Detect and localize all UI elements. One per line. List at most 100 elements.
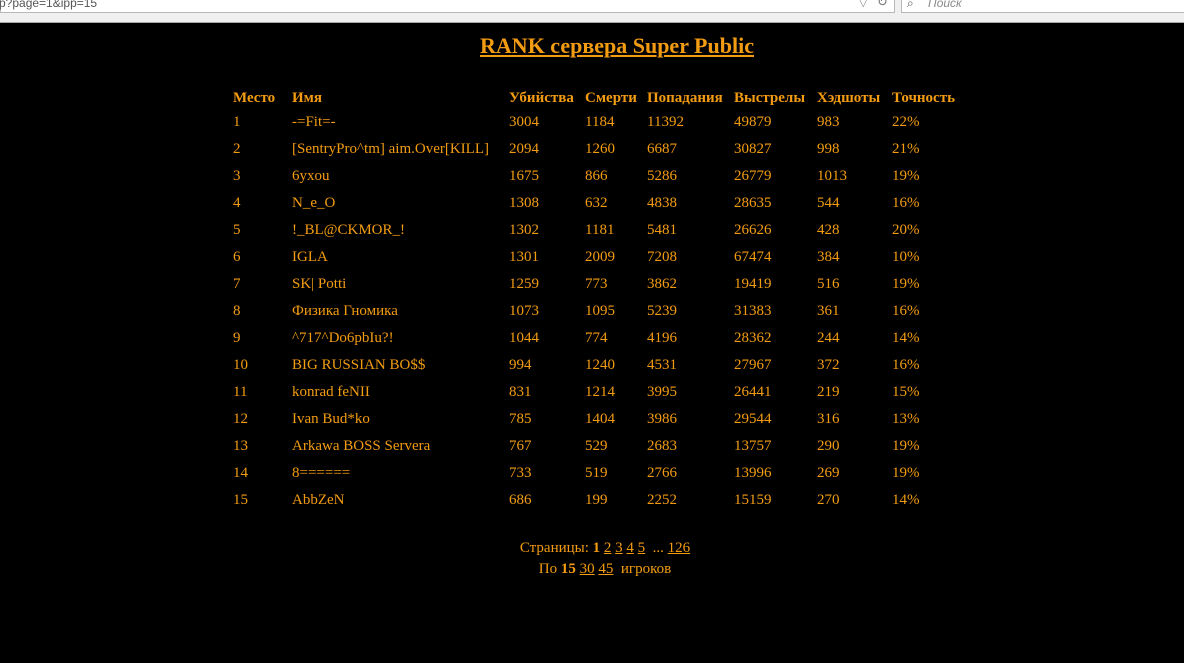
hits-cell: 6687: [647, 141, 677, 157]
hits-cell: 4531: [647, 357, 677, 373]
rank-cell: 7: [233, 276, 241, 292]
rank-cell: 11: [233, 384, 248, 400]
headshots-cell: 290: [817, 438, 840, 454]
player-name-cell: Ivan Bud*ko: [292, 411, 370, 427]
pages-label: Страницы:: [519, 540, 589, 556]
deaths-cell: 773: [585, 276, 608, 292]
table-row: 4 N_e_O 1308 632 4838 28635 544 16%: [229, 190, 966, 217]
page-link[interactable]: 4: [626, 540, 634, 556]
accuracy-cell: 13%: [892, 411, 920, 427]
pages-ellipsis: ...: [652, 540, 664, 556]
column-header: Смерти: [585, 89, 637, 106]
player-name-cell: konrad feNII: [292, 384, 370, 400]
shots-cell: 67474: [734, 249, 772, 265]
deaths-cell: 1181: [585, 222, 615, 238]
table-row: 12 Ivan Bud*ko 785 1404 3986 29544 316 13%: [229, 406, 966, 433]
last-page-link[interactable]: 126: [668, 540, 691, 556]
player-name-cell: Физика Гномика: [292, 303, 398, 319]
rank-cell: 2: [233, 141, 241, 157]
kills-cell: 2094: [509, 141, 539, 157]
shots-cell: 26626: [734, 222, 772, 238]
search-placeholder[interactable]: Поиск: [928, 0, 962, 10]
player-name-cell: 6yxou: [292, 168, 330, 184]
table-row: 8 Физика Гномика 1073 1095 5239 31383 361 16%: [229, 298, 966, 325]
hits-cell: 3862: [647, 276, 677, 292]
hits-cell: 4838: [647, 195, 677, 211]
kills-cell: 1044: [509, 330, 539, 346]
player-name-cell: IGLA: [292, 249, 328, 265]
hits-cell: 7208: [647, 249, 677, 265]
accuracy-cell: 20%: [892, 222, 920, 238]
kills-cell: 1675: [509, 168, 539, 184]
address-url[interactable]: p?page=1&ipp=15: [0, 0, 97, 10]
page-link[interactable]: 3: [615, 540, 623, 556]
page-link[interactable]: 2: [604, 540, 612, 556]
headshots-cell: 384: [817, 249, 840, 265]
player-name-cell: !_BL@CKMOR_!: [292, 222, 405, 238]
hits-cell: 3995: [647, 384, 677, 400]
per-page-label: По: [538, 561, 558, 577]
page-link[interactable]: 5: [638, 540, 646, 556]
rank-cell: 12: [233, 411, 248, 427]
reload-icon[interactable]: ↻: [877, 0, 888, 9]
headshots-cell: 316: [817, 411, 840, 427]
deaths-cell: 1260: [585, 141, 615, 157]
table-body: 1 -=Fit=- 3004 1184 11392 49879 983 22% 2 [Sentry…: [229, 109, 966, 514]
rank-table: Место Имя Убийства Смерти Попадания Выст…: [229, 87, 966, 514]
table-row: 13 Arkawa BOSS Servera 767 529 2683 13757 290 1…: [229, 433, 966, 460]
shots-cell: 49879: [734, 114, 772, 130]
table-header-row: Место Имя Убийства Смерти Попадания Выст…: [229, 87, 966, 109]
rank-cell: 3: [233, 168, 241, 184]
headshots-cell: 544: [817, 195, 840, 211]
accuracy-cell: 19%: [892, 276, 920, 292]
accuracy-cell: 15%: [892, 384, 920, 400]
player-name-cell: N_e_O: [292, 195, 336, 211]
headshots-cell: 983: [817, 114, 840, 130]
headshots-cell: 998: [817, 141, 840, 157]
shots-cell: 26779: [734, 168, 772, 184]
accuracy-cell: 14%: [892, 492, 920, 508]
accuracy-cell: 19%: [892, 465, 920, 481]
table-row: 5 !_BL@CKMOR_! 1302 1181 5481 26626 428 20%: [229, 217, 966, 244]
kills-cell: 686: [509, 492, 532, 508]
table-row: 11 konrad feNII 831 1214 3995 26441 219 15%: [229, 379, 966, 406]
headshots-cell: 244: [817, 330, 840, 346]
column-header: Выстрелы: [734, 89, 806, 106]
search-bar[interactable]: ⌕ Поиск: [901, 0, 1184, 13]
hits-cell: 2683: [647, 438, 677, 454]
page-title[interactable]: RANK сервера Super Public: [0, 33, 1184, 59]
player-name-cell: BIG RUSSIAN BO$$: [292, 357, 426, 373]
shots-cell: 13757: [734, 438, 772, 454]
headshots-cell: 361: [817, 303, 840, 319]
shots-cell: 15159: [734, 492, 772, 508]
accuracy-cell: 19%: [892, 438, 920, 454]
per-page-link[interactable]: 30: [580, 561, 595, 577]
deaths-cell: 2009: [585, 249, 615, 265]
deaths-cell: 1240: [585, 357, 615, 373]
kills-cell: 1301: [509, 249, 539, 265]
headshots-cell: 1013: [817, 168, 847, 184]
current-page: 1: [592, 540, 601, 556]
player-name-cell: 8======: [292, 465, 351, 481]
per-page-link[interactable]: 45: [598, 561, 613, 577]
column-header: Убийства: [509, 89, 574, 106]
deaths-cell: 1095: [585, 303, 615, 319]
player-name-cell: [SentryPro^tm] aim.Over[KILL]: [292, 141, 489, 157]
search-icon[interactable]: ⌕: [907, 0, 914, 10]
kills-cell: 733: [509, 465, 532, 481]
headshots-cell: 428: [817, 222, 840, 238]
history-dropdown-icon[interactable]: ▽: [859, 0, 867, 10]
hits-cell: 3986: [647, 411, 677, 427]
kills-cell: 1302: [509, 222, 539, 238]
kills-cell: 1308: [509, 195, 539, 211]
deaths-cell: 1184: [585, 114, 615, 130]
deaths-cell: 519: [585, 465, 608, 481]
kills-cell: 994: [509, 357, 532, 373]
deaths-cell: 774: [585, 330, 608, 346]
address-bar[interactable]: p?page=1&ipp=15 ▽ ↻: [0, 0, 895, 13]
deaths-cell: 866: [585, 168, 608, 184]
rank-cell: 5: [233, 222, 241, 238]
column-header: Место: [233, 89, 276, 106]
rank-cell: 15: [233, 492, 248, 508]
deaths-cell: 1404: [585, 411, 615, 427]
